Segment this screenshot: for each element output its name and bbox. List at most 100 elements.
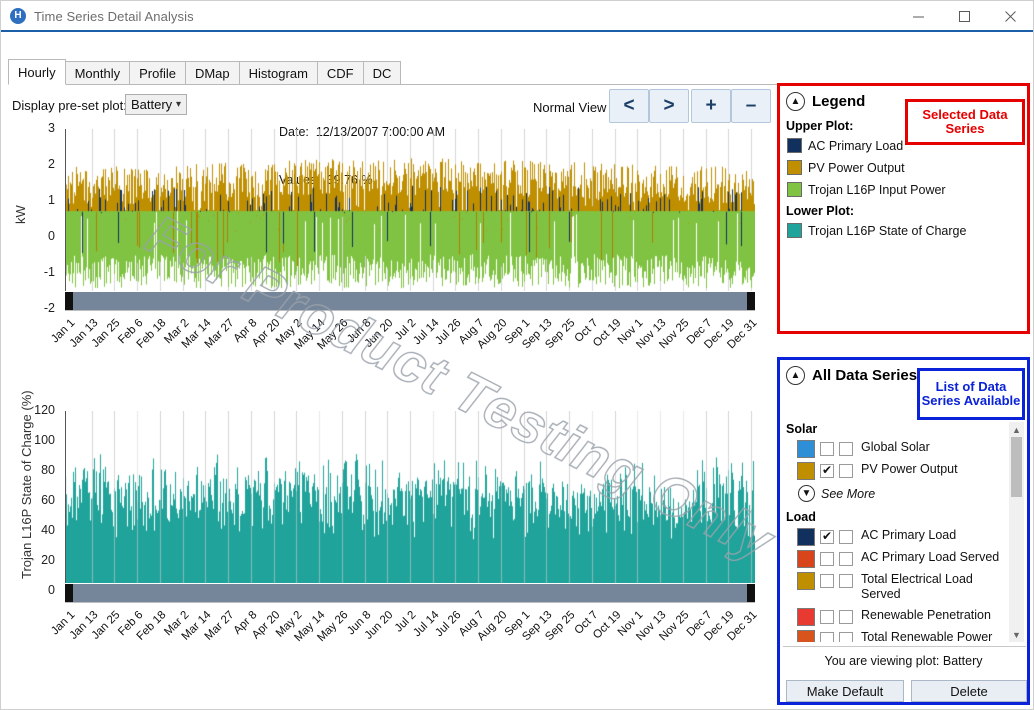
upper-plot-canvas[interactable] [65,129,755,309]
upper-plot-checkbox[interactable] [820,610,834,624]
y-tick-label: 3 [1,121,55,135]
lower-plot-checkbox[interactable] [839,574,853,588]
y-tick-label: 2 [1,157,55,171]
tab-dc[interactable]: DC [363,61,402,85]
upper-plot-checkbox[interactable] [820,574,834,588]
all-data-series-panel: ▲ All Data Series List of Data Series Av… [777,357,1030,705]
next-button[interactable]: > [649,89,689,123]
tab-strip: Hourly Monthly Profile DMap Histogram CD… [8,60,400,85]
color-swatch [797,550,815,568]
chevron-up-icon[interactable]: ▲ [786,366,805,385]
lower-plot-scrollbar-thumb[interactable] [73,584,747,602]
series-row[interactable]: Total Electrical Load Served [797,572,1011,602]
series-panel-title: All Data Series [812,367,917,384]
series-row[interactable]: AC Primary Load [797,528,1011,546]
tab-hourly[interactable]: Hourly [8,59,66,85]
close-button[interactable] [987,1,1033,31]
upper-plot-checkbox[interactable] [820,530,834,544]
series-label: PV Power Output [861,462,1011,477]
plot-area: kW 3210-1-2 Jan 1Jan 13Jan 25Feb 6Feb 18… [1,119,773,679]
legend-item-ac-primary-load: AC Primary Load [787,138,903,153]
upper-plot-checkbox[interactable] [820,442,834,456]
series-label: AC Primary Load Served [861,550,1011,565]
y-tick-label: 0 [1,583,55,597]
legend-item-trojan-l16p-state-of-charge: Trojan L16P State of Charge [787,223,966,238]
preset-plot-value: Battery [131,97,172,112]
series-label: Total Renewable Power Output [861,630,1011,642]
previous-button[interactable]: < [609,89,649,123]
upper-plot-scrollbar-track[interactable] [65,291,755,311]
upper-plot-checkbox[interactable] [820,552,834,566]
delete-button[interactable]: Delete [911,680,1027,702]
series-label: Global Solar [861,440,1011,455]
series-row[interactable]: Total Renewable Power Output [797,630,1011,642]
upper-plot-scrollbar-thumb[interactable] [73,292,747,310]
zoom-out-button[interactable]: – [731,89,771,123]
y-tick-label: 100 [1,433,55,447]
tab-cdf[interactable]: CDF [317,61,364,85]
series-row[interactable]: AC Primary Load Served [797,550,1011,568]
lower-plot-checkbox[interactable] [839,464,853,478]
lower-plot-checkbox[interactable] [839,632,853,642]
lower-plot-checkbox[interactable] [839,442,853,456]
legend-panel-header[interactable]: ▲ Legend [786,92,865,111]
chevron-up-icon[interactable]: ▲ [786,92,805,111]
lower-plot-scrollbar-track[interactable] [65,583,755,603]
series-panel-header[interactable]: ▲ All Data Series [786,366,917,385]
series-list-scrollbar-thumb[interactable] [1011,437,1022,497]
y-tick-label: -2 [1,301,55,315]
lower-plot-checkbox[interactable] [839,610,853,624]
y-tick-label: 1 [1,193,55,207]
upper-plot-y-axis-line [65,129,66,309]
selected-data-series-callout: Selected Data Series [905,99,1025,145]
color-swatch [797,440,815,458]
chevron-down-icon: ▾ [176,99,181,110]
titlebar-accent-line [1,30,1034,32]
tab-dmap[interactable]: DMap [185,61,240,85]
see-more-button[interactable]: ▼ See More [798,485,875,502]
panel-divider [783,646,1026,647]
title-bar: H Time Series Detail Analysis [1,1,1034,31]
legend-lower-plot-label: Lower Plot: [786,204,854,218]
see-more-label: See More [821,487,875,501]
series-row[interactable]: Renewable Penetration [797,608,1011,626]
tab-profile[interactable]: Profile [129,61,186,85]
series-list: Solar Global Solar PV Power Output ▼ See… [783,422,1016,642]
lower-plot-checkbox[interactable] [839,552,853,566]
legend-panel-title: Legend [812,93,865,110]
lower-plot-scroll-end-marker [747,584,755,602]
tab-histogram[interactable]: Histogram [239,61,318,85]
upper-plot-frame [65,129,755,309]
preset-plot-dropdown[interactable]: Battery ▾ [125,94,187,115]
color-swatch [797,528,815,546]
zoom-in-button[interactable]: + [691,89,731,123]
chevron-down-icon[interactable]: ▼ [1009,627,1024,642]
minimize-button[interactable] [895,1,941,31]
upper-plot-x-tick-labels: Jan 1Jan 13Jan 25Feb 6Feb 18Mar 2Mar 14M… [65,315,755,375]
app-logo-icon: H [10,8,26,24]
legend-upper-plot-label: Upper Plot: [786,119,853,133]
legend-item-label: AC Primary Load [808,139,903,153]
lower-plot-scroll-start-marker [65,584,73,602]
series-list-scrollbar[interactable]: ▲ ▼ [1009,422,1024,642]
chevron-down-icon[interactable]: ▼ [798,485,815,502]
y-tick-label: 20 [1,553,55,567]
make-default-button[interactable]: Make Default [786,680,904,702]
tab-monthly[interactable]: Monthly [65,61,131,85]
color-swatch [787,223,802,238]
lower-plot-canvas[interactable] [65,411,755,591]
color-swatch [787,182,802,197]
upper-plot-checkbox[interactable] [820,632,834,642]
series-row[interactable]: PV Power Output [797,462,1011,480]
y-tick-label: 0 [1,229,55,243]
color-swatch [797,608,815,626]
chevron-up-icon[interactable]: ▲ [1009,422,1024,437]
time-series-detail-analysis-window: H Time Series Detail Analysis Hourly Mon… [0,0,1034,710]
upper-plot-scroll-end-marker [747,292,755,310]
upper-plot-checkbox[interactable] [820,464,834,478]
series-row[interactable]: Global Solar [797,440,1011,458]
upper-plot-scroll-start-marker [65,292,73,310]
color-swatch [797,572,815,590]
maximize-button[interactable] [941,1,987,31]
lower-plot-checkbox[interactable] [839,530,853,544]
